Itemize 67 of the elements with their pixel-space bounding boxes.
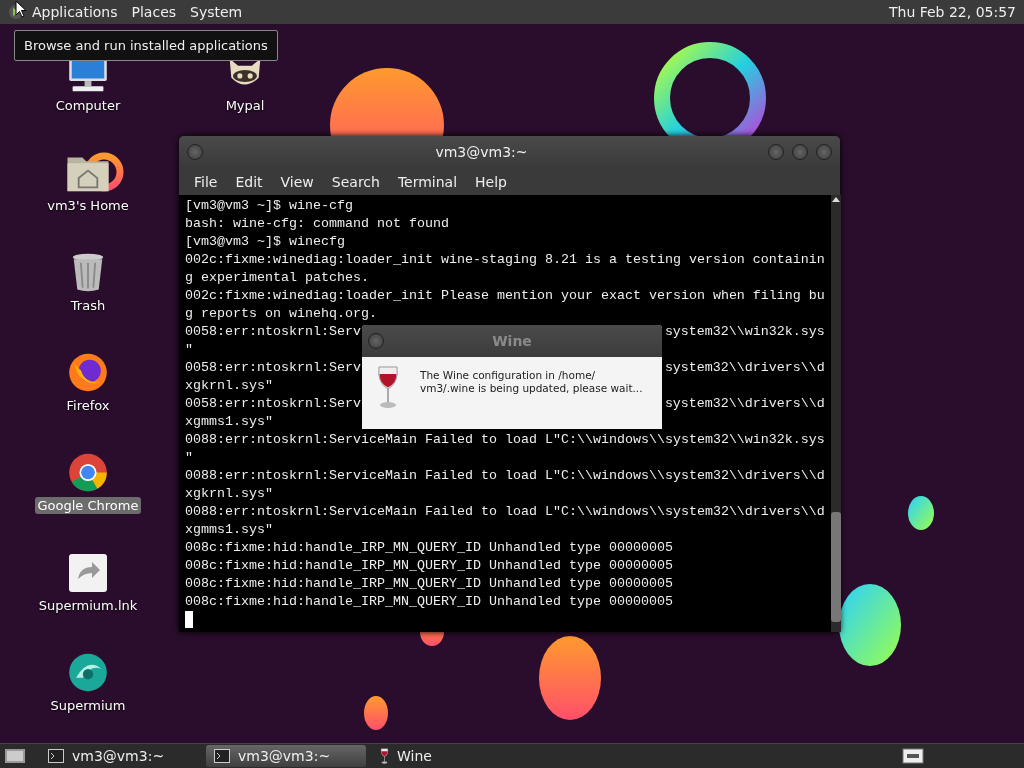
taskbar-button[interactable]: vm3@vm3:~ (206, 745, 366, 767)
panel-menu[interactable]: Places (125, 2, 183, 22)
menu-item[interactable]: Edit (226, 173, 272, 190)
menu-item[interactable]: Help (466, 173, 516, 190)
window-title: Wine (491, 333, 533, 349)
terminal-line: 002c:fixme:winediag:loader_init Please mention your exact version when filing bu (185, 288, 825, 303)
taskbar-button[interactable]: vm3@vm3:~ (40, 745, 200, 767)
desktop-icon-label[interactable]: Firefox (63, 397, 113, 414)
terminal-line: 002c:fixme:winediag:loader_init wine-staging 8.21 is a testing version containin (185, 252, 825, 267)
desktop-icon-label[interactable]: vm3's Home (44, 197, 132, 214)
terminal-line: 0058:err:ntoskrnl:Serv (185, 395, 361, 413)
close-button[interactable] (816, 144, 832, 160)
wine-glass-icon (380, 748, 389, 764)
menu-item[interactable]: Terminal (388, 173, 467, 190)
desktop-icon-label[interactable]: Supermium.lnk (35, 597, 141, 614)
terminal-line: 0058:err:ntoskrnl:Serv (185, 359, 361, 377)
wine-glass-icon (376, 365, 400, 409)
terminal-line: system32\\win32k.sys (664, 323, 825, 341)
terminal-line: 008c:fixme:hid:handle_IRP_MN_QUERY_ID Unhandled type 00000005 (185, 576, 673, 591)
tooltip: Browse and run installed applications (14, 30, 278, 61)
terminal-icon (214, 749, 230, 763)
terminal-line: 0088:err:ntoskrnl:ServiceMain Failed to load L"C:\\windows\\system32\\drivers\\d (185, 468, 825, 483)
desktop-icon-label[interactable]: Trash (67, 297, 109, 314)
terminal-line: g experimental patches. (185, 270, 369, 285)
terminal-line: 008c:fixme:hid:handle_IRP_MN_QUERY_ID Unhandled type 00000005 (185, 594, 673, 609)
terminal-line: bash: wine-cfg: command not found (185, 216, 449, 231)
terminal-line: 0088:err:ntoskrnl:ServiceMain Failed to load L"C:\\windows\\system32\\win32k.sys (185, 432, 825, 447)
terminal-line: g reports on winehq.org. (185, 306, 377, 321)
terminal-line: " (185, 450, 193, 465)
window-menu-button[interactable] (368, 333, 384, 349)
desktop-icon-label[interactable]: Mypal (222, 97, 268, 114)
dialog-message: The Wine configuration in /home/ vm3/.wine is being updated, please wait... (420, 368, 643, 395)
text-cursor (185, 611, 193, 628)
mouse-pointer-icon (15, 0, 27, 18)
window-title: vm3@vm3:~ (434, 144, 529, 160)
taskbar-button[interactable]: Wine (372, 745, 532, 767)
terminal-line: [vm3@vm3 ~]$ wine-cfg (185, 198, 353, 213)
scrollbar-thumb[interactable] (830, 512, 841, 622)
desktop-icon-label[interactable]: Supermium (47, 697, 129, 714)
terminal-line: 0088:err:ntoskrnl:ServiceMain Failed to load L"C:\\windows\\system32\\drivers\\d (185, 504, 825, 519)
terminal-icon (48, 749, 64, 763)
menu-item[interactable]: Search (322, 173, 389, 190)
window-menu-button[interactable] (187, 144, 203, 160)
panel-menu[interactable]: Applications (26, 2, 124, 22)
workspace-switcher-icon[interactable] (902, 748, 924, 764)
desktop-icon-label[interactable]: Google Chrome (34, 497, 142, 514)
terminal-line: 008c:fixme:hid:handle_IRP_MN_QUERY_ID Unhandled type 00000005 (185, 540, 673, 555)
terminal-line: system32\\drivers\\d (664, 395, 825, 413)
panel-menu[interactable]: System (184, 2, 249, 22)
shortcut-icon (68, 553, 108, 593)
menu-item[interactable]: File (185, 173, 227, 190)
minimize-button[interactable] (768, 144, 784, 160)
terminal-line: xgmms1.sys" (185, 522, 273, 537)
terminal-line: xgkrnl.sys" (185, 486, 273, 501)
terminal-line: xgmms1.sys" (185, 414, 273, 429)
maximize-button[interactable] (792, 144, 808, 160)
show-desktop-icon[interactable] (4, 747, 26, 765)
scrollbar[interactable] (830, 195, 841, 632)
terminal-line: xgkrnl.sys" (185, 378, 273, 393)
desktop-icon-label[interactable]: Computer (52, 97, 124, 114)
menu-item[interactable]: View (271, 173, 323, 190)
clock[interactable]: Thu Feb 22, 05:57 (888, 4, 1024, 20)
terminal-line: " (185, 342, 193, 357)
terminal-line: system32\\drivers\\d (664, 359, 825, 377)
terminal-line: 0058:err:ntoskrnl:Serv (185, 323, 361, 341)
terminal-line: [vm3@vm3 ~]$ winecfg (185, 234, 345, 249)
terminal-line: 008c:fixme:hid:handle_IRP_MN_QUERY_ID Unhandled type 00000005 (185, 558, 673, 573)
